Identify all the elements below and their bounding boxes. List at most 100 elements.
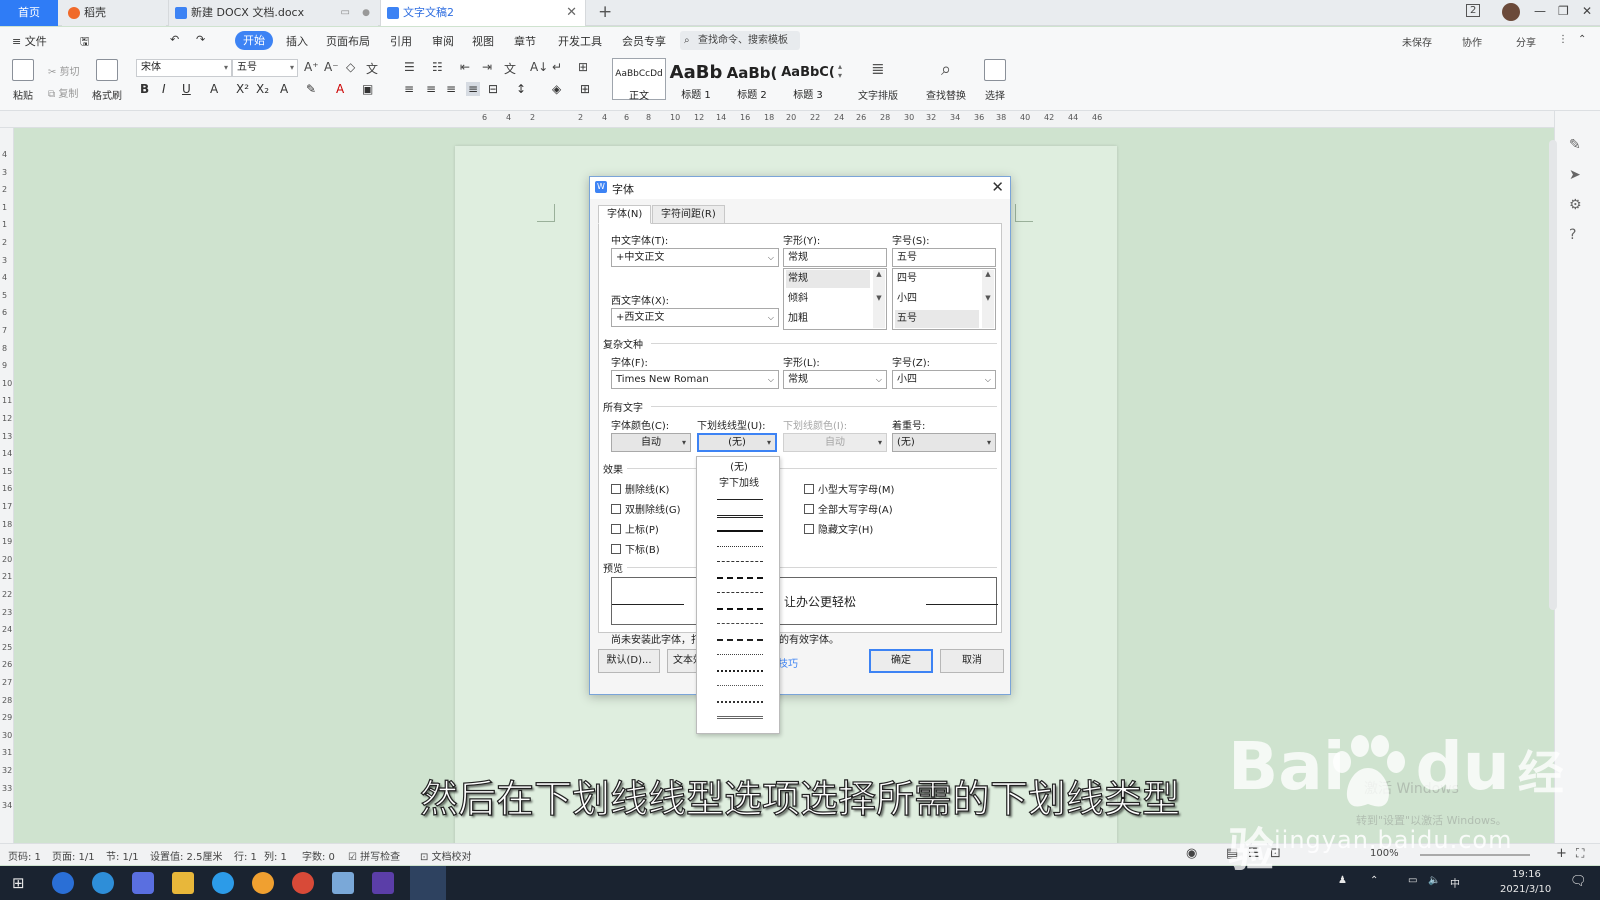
align-left-icon[interactable]: ≡ bbox=[404, 82, 414, 96]
increase-indent-icon[interactable]: ⇥ bbox=[482, 60, 492, 74]
font-size-option[interactable]: 四号 bbox=[895, 270, 979, 288]
underline-option-dot-dash[interactable] bbox=[697, 617, 781, 631]
tips-link[interactable]: 技巧 bbox=[778, 655, 798, 670]
close-window-button[interactable]: ✕ bbox=[1582, 4, 1592, 18]
status-word-count[interactable]: 字数: 0 bbox=[302, 848, 335, 863]
styles-scroll-icon[interactable]: ▴ ▾ bbox=[838, 62, 842, 80]
menu-references[interactable]: 引用 bbox=[390, 33, 412, 49]
small-caps-checkbox[interactable]: 小型大写字母(M) bbox=[804, 481, 894, 496]
file-explorer-icon[interactable] bbox=[172, 872, 194, 894]
font-style-option[interactable]: 常规 bbox=[786, 270, 870, 288]
align-center-icon[interactable]: ≡ bbox=[426, 82, 436, 96]
app-icon-feather[interactable] bbox=[52, 872, 74, 894]
west-font-select[interactable]: +西文正文 ⌵ bbox=[611, 308, 779, 327]
status-setting[interactable]: 设置值: 2.5厘米 bbox=[150, 848, 222, 863]
table-tools-icon[interactable]: ⊞ bbox=[578, 60, 588, 74]
text-effect-button[interactable]: A bbox=[280, 82, 288, 96]
sort-icon[interactable]: A↓ bbox=[530, 60, 548, 74]
underline-option-none[interactable]: (无) bbox=[697, 461, 781, 475]
border-icon[interactable]: ⊞ bbox=[580, 82, 590, 96]
windows-start-icon[interactable]: ⊞ bbox=[12, 874, 25, 892]
text-layout-button[interactable]: ≣ 文字排版 bbox=[854, 59, 902, 102]
distribute-icon[interactable]: ⊟ bbox=[488, 82, 498, 96]
underline-option-long-dash[interactable] bbox=[697, 586, 781, 600]
media-player-icon[interactable] bbox=[372, 872, 394, 894]
numbered-list-icon[interactable]: ☷ bbox=[432, 60, 443, 74]
underline-option-dashed[interactable] bbox=[697, 555, 781, 569]
format-painter-button[interactable]: 格式刷 bbox=[90, 59, 124, 102]
font-name-select[interactable]: 宋体 ▾ bbox=[136, 59, 232, 77]
tab-font[interactable]: 字体(N) bbox=[598, 205, 652, 224]
superscript-button[interactable]: X² bbox=[236, 82, 249, 96]
menu-home[interactable]: 开始 bbox=[235, 31, 273, 50]
app-icon-q[interactable] bbox=[212, 872, 234, 894]
align-right-icon[interactable]: ≡ bbox=[446, 82, 456, 96]
menu-page-layout[interactable]: 页面布局 bbox=[326, 33, 370, 49]
chrome-icon[interactable] bbox=[292, 872, 314, 894]
menu-insert[interactable]: 插入 bbox=[286, 33, 308, 49]
underline-option-words[interactable]: 字下加线 bbox=[697, 477, 781, 491]
font-size-list[interactable]: 四号 小四 五号 ▲ ▼ bbox=[892, 268, 996, 330]
style-heading-3[interactable]: AaBbC( 标题 3 bbox=[780, 58, 836, 100]
menu-view[interactable]: 视图 bbox=[472, 33, 494, 49]
minimize-button[interactable]: — bbox=[1534, 4, 1546, 18]
underline-option-thick[interactable] bbox=[697, 524, 781, 538]
font-color-button[interactable]: A bbox=[336, 82, 344, 96]
emphasis-mark-select[interactable]: (无) ▾ bbox=[892, 433, 996, 452]
avatar[interactable] bbox=[1502, 3, 1520, 21]
subscript-button[interactable]: X₂ bbox=[256, 82, 269, 96]
cx-size-select[interactable]: 小四 ⌵ bbox=[892, 370, 996, 389]
menu-developer[interactable]: 开发工具 bbox=[558, 33, 602, 49]
underline-button[interactable]: U bbox=[182, 82, 191, 96]
highlight-button[interactable]: ✎ bbox=[306, 82, 316, 96]
horizontal-ruler[interactable]: 6 4 2 2 4 6 8 10 12 14 16 18 20 22 24 26 28 30 32 34 36 38 40 4… bbox=[0, 111, 1580, 128]
redo-icon[interactable]: ↷ bbox=[196, 33, 205, 46]
underline-option-dashed-heavy[interactable] bbox=[697, 571, 781, 585]
menu-review[interactable]: 审阅 bbox=[432, 33, 454, 49]
pen-icon[interactable]: ✎ bbox=[1569, 137, 1581, 153]
adjust-icon[interactable]: ⚙ bbox=[1569, 197, 1582, 213]
app-icon-cube[interactable] bbox=[132, 872, 154, 894]
app-icon-sogou[interactable] bbox=[92, 872, 114, 894]
underline-type-select[interactable]: (无) ▾ bbox=[697, 433, 777, 452]
font-style-list[interactable]: 常规 倾斜 加粗 ▲ ▼ bbox=[783, 268, 887, 330]
select-button[interactable]: 选择 bbox=[978, 59, 1012, 102]
all-caps-checkbox[interactable]: 全部大写字母(A) bbox=[804, 501, 893, 516]
clock-date[interactable]: 2021/3/10 bbox=[1500, 884, 1551, 895]
strikethrough-button[interactable]: A bbox=[210, 82, 218, 96]
underline-option-single[interactable] bbox=[697, 493, 781, 507]
menu-section[interactable]: 章节 bbox=[514, 33, 536, 49]
list-scrollbar[interactable]: ▲ ▼ bbox=[873, 270, 885, 328]
tab-docx-document[interactable]: 新建 DOCX 文档.docx ▭ ● bbox=[168, 0, 378, 26]
strikethrough-checkbox[interactable]: 删除线(K) bbox=[611, 481, 669, 496]
dialog-close-icon[interactable]: ✕ bbox=[991, 178, 1004, 196]
share-button[interactable]: 分享 bbox=[1516, 34, 1536, 49]
menu-file[interactable]: ≡ 文件 bbox=[12, 33, 47, 49]
cursor-icon[interactable]: ➤ bbox=[1569, 167, 1581, 183]
menu-member[interactable]: 会员专享 bbox=[622, 33, 666, 49]
cut-button[interactable]: ✂ 剪切 bbox=[48, 63, 80, 78]
list-scrollbar[interactable]: ▲ ▼ bbox=[982, 270, 994, 328]
underline-option-long-dash-heavy[interactable] bbox=[697, 602, 781, 616]
new-tab-button[interactable]: + bbox=[598, 2, 612, 22]
status-column[interactable]: 列: 1 bbox=[264, 848, 287, 863]
help-icon[interactable]: ? bbox=[1569, 227, 1576, 243]
app-icon-tablet[interactable] bbox=[332, 872, 354, 894]
status-pages[interactable]: 页面: 1/1 bbox=[52, 848, 95, 863]
spell-check-button[interactable]: ☑ 拼写检查 bbox=[348, 848, 400, 863]
clear-format-icon[interactable]: ◇ bbox=[346, 60, 355, 74]
decrease-indent-icon[interactable]: ⇤ bbox=[460, 60, 470, 74]
double-strikethrough-checkbox[interactable]: 双删除线(G) bbox=[611, 501, 681, 516]
cancel-button[interactable]: 取消 bbox=[940, 649, 1004, 673]
hidden-text-checkbox[interactable]: 隐藏文字(H) bbox=[804, 521, 873, 536]
bold-button[interactable]: B bbox=[140, 82, 149, 96]
bullet-list-icon[interactable]: ☰ bbox=[404, 60, 415, 74]
underline-option-dot-dot-dash[interactable] bbox=[697, 648, 781, 662]
cn-font-select[interactable]: +中文正文 ⌵ bbox=[611, 248, 779, 267]
copy-button[interactable]: ⧉ 复制 bbox=[48, 85, 78, 100]
font-size-select[interactable]: 五号 ▾ bbox=[232, 59, 298, 77]
style-heading-1[interactable]: AaBb 标题 1 bbox=[668, 58, 724, 101]
more-icon[interactable]: ⋮ bbox=[1558, 34, 1568, 45]
superscript-checkbox[interactable]: 上标(P) bbox=[611, 521, 659, 536]
default-button[interactable]: 默认(D)... bbox=[598, 649, 660, 673]
